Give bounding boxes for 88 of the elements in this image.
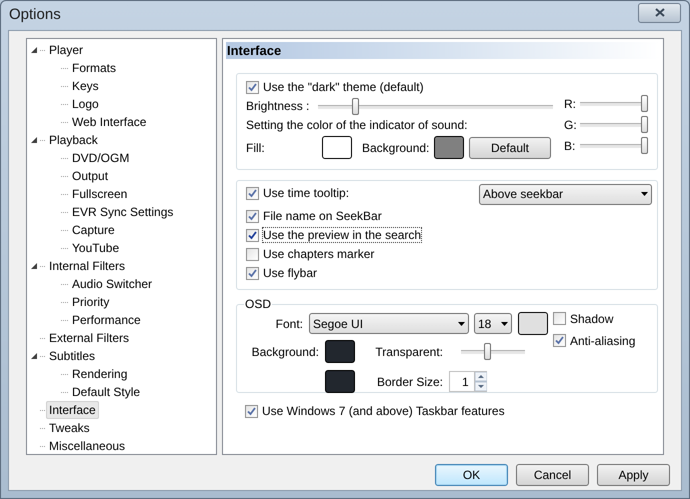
checkbox[interactable] xyxy=(246,248,259,260)
tree-item[interactable]: Subtitles xyxy=(46,347,98,365)
size-dropdown[interactable]: 18 xyxy=(474,313,512,334)
caret-icon xyxy=(641,192,648,196)
expanded-triangle-icon[interactable] xyxy=(31,137,37,143)
tree-item[interactable]: Rendering xyxy=(69,365,130,383)
slider-thumb[interactable] xyxy=(484,343,491,360)
checkbox[interactable] xyxy=(553,334,566,347)
expanded-triangle-icon[interactable] xyxy=(31,47,37,53)
checkbox[interactable] xyxy=(246,186,259,200)
tree-item[interactable]: Default Style xyxy=(69,383,144,401)
checkbox-label[interactable]: Use Windows 7 (and above) Taskbar features xyxy=(261,403,506,419)
tree-item[interactable]: EVR Sync Settings xyxy=(69,203,176,221)
close-button[interactable] xyxy=(638,2,681,22)
font-label: Font: xyxy=(274,316,304,332)
brightness-label: Brightness : xyxy=(246,98,310,115)
tree-item[interactable]: Player xyxy=(46,41,86,59)
close-icon xyxy=(654,8,664,17)
spinner-arrows-icon[interactable] xyxy=(474,372,486,391)
tree-item[interactable]: Priority xyxy=(69,293,112,311)
channel-slider[interactable] xyxy=(580,95,648,112)
tree-item[interactable]: Formats xyxy=(69,59,120,77)
section-title: Interface xyxy=(227,42,282,60)
background-color-swatch[interactable] xyxy=(325,340,355,363)
tree-item[interactable]: Capture xyxy=(69,221,118,239)
background-label: Background: xyxy=(362,140,430,156)
dialog-button[interactable]: Apply xyxy=(597,464,670,486)
tree-item[interactable]: Interface xyxy=(46,401,99,419)
checkbox[interactable] xyxy=(246,228,259,242)
checkbox[interactable] xyxy=(246,210,259,222)
checkbox-label[interactable]: Use the "dark" theme (default) xyxy=(262,79,425,95)
fill-label: Fill: xyxy=(246,140,266,156)
slider-thumb[interactable] xyxy=(641,116,648,133)
brightness-slider[interactable] xyxy=(318,98,553,114)
checkbox-label[interactable]: Use the preview in the search xyxy=(262,227,422,243)
background-color-swatch[interactable] xyxy=(434,136,464,159)
tree-item[interactable]: Miscellaneous xyxy=(46,437,128,455)
checkbox[interactable] xyxy=(553,312,566,325)
group-title: OSD xyxy=(244,297,272,311)
channel-label: R: xyxy=(564,96,577,112)
border-color-swatch[interactable] xyxy=(325,370,355,393)
caret-icon xyxy=(458,322,465,326)
checkbox-label[interactable]: Anti-aliasing xyxy=(569,332,636,348)
checkbox-label[interactable]: Use chapters marker xyxy=(262,246,376,262)
checkbox-label[interactable]: Shadow xyxy=(569,310,614,326)
checkbox[interactable] xyxy=(246,80,259,94)
tree-item[interactable]: Performance xyxy=(69,311,144,329)
channel-label: B: xyxy=(564,138,576,154)
tree-item[interactable]: Web Interface xyxy=(69,113,150,131)
border-size-label: Border Size: xyxy=(376,374,444,390)
checkbox-label[interactable]: File name on SeekBar xyxy=(262,208,383,224)
slider-thumb[interactable] xyxy=(641,95,648,112)
default-button[interactable]: Default xyxy=(469,136,551,158)
tree-item[interactable]: YouTube xyxy=(69,239,122,257)
tree-item[interactable]: Fullscreen xyxy=(69,185,130,203)
transparent-label: Transparent: xyxy=(374,344,444,360)
dialog-button[interactable]: OK xyxy=(435,464,508,486)
checkbox-label[interactable]: Use flybar xyxy=(262,265,318,281)
border-size-spinner[interactable]: 1 xyxy=(449,371,487,392)
caret-icon xyxy=(501,322,508,326)
tree-item[interactable]: Internal Filters xyxy=(46,257,128,275)
checkbox[interactable] xyxy=(245,404,258,418)
transparency-slider[interactable] xyxy=(461,343,525,360)
tree-item[interactable]: External Filters xyxy=(46,329,132,347)
channel-label: G: xyxy=(564,116,578,134)
slider-thumb[interactable] xyxy=(352,98,359,114)
tree-item[interactable]: Keys xyxy=(69,77,102,95)
checkbox-label[interactable]: Use time tooltip: xyxy=(262,185,350,201)
tree-item[interactable]: Playback xyxy=(46,131,101,149)
checkbox[interactable] xyxy=(246,266,259,280)
font-dropdown[interactable]: Segoe UI xyxy=(309,313,469,334)
expanded-triangle-icon[interactable] xyxy=(31,263,37,269)
dialog-button[interactable]: Cancel xyxy=(516,464,589,486)
channel-slider[interactable] xyxy=(580,137,648,154)
window-title: Options xyxy=(9,5,61,26)
tree-item[interactable]: Audio Switcher xyxy=(69,275,156,293)
expanded-triangle-icon[interactable] xyxy=(31,353,37,359)
slider-thumb[interactable] xyxy=(641,137,648,154)
tree-item[interactable]: Output xyxy=(69,167,112,185)
background-label: Background: xyxy=(250,344,320,360)
tree-item[interactable]: Tweaks xyxy=(46,419,93,437)
position-dropdown[interactable]: Above seekbar xyxy=(479,184,652,204)
indicator-caption: Setting the color of the indicator of sound: xyxy=(246,117,468,134)
channel-slider[interactable] xyxy=(580,116,648,133)
tree-item[interactable]: Logo xyxy=(69,95,102,113)
text-color-swatch[interactable] xyxy=(518,312,548,335)
tree-item[interactable]: DVD/OGM xyxy=(69,149,132,167)
fill-color-swatch[interactable] xyxy=(322,136,352,159)
